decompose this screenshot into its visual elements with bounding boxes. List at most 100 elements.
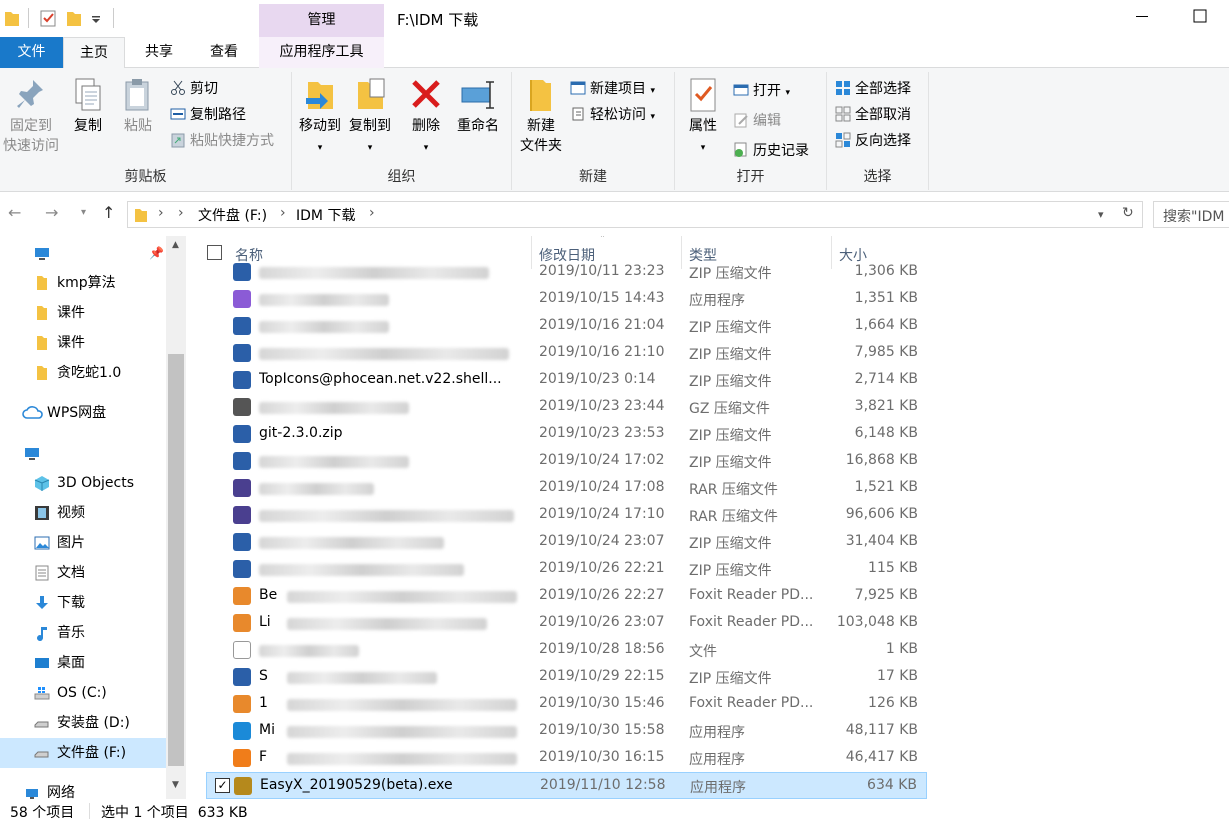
table-row[interactable]: 2019/10/15 14:43 应用程序 1,351 KB [206,286,927,313]
forward-icon[interactable]: → [45,203,58,222]
rename-button[interactable]: 重命名 [452,76,504,136]
picture-icon [34,536,50,550]
nav-item-3d-objects[interactable]: 3D Objects [0,468,166,498]
select-none-button[interactable]: 全部取消 [835,104,911,126]
pdf-icon [233,587,251,605]
folder-icon[interactable] [4,9,20,27]
new-folder-button[interactable]: 新建 文件夹 [516,76,566,156]
table-row[interactable]: 2019/10/24 17:10 RAR 压缩文件 96,606 KB [206,502,927,529]
select-all-checkbox[interactable] [207,245,222,260]
breadcrumb-separator-icon[interactable]: › [280,205,286,221]
breadcrumb-folder[interactable]: IDM 下载 [296,205,355,225]
scroll-down-icon[interactable]: ▼ [172,780,179,790]
file-list: 名称 修改日期 ˄ 类型 大小 2019/10/11 23:23 ZIP 压缩文件… [196,236,931,799]
table-row[interactable]: 2019/10/23 23:44 GZ 压缩文件 3,821 KB [206,394,927,421]
nav-item-courseware-2[interactable]: 课件 [0,328,166,358]
pin-to-quick-access-button[interactable]: 固定到 快速访问 [2,76,60,156]
recent-locations-icon[interactable]: ▾ [81,207,86,218]
delete-button[interactable]: 删除 ▾ [406,76,446,158]
tab-share[interactable]: 共享 [128,37,190,68]
redacted-name [287,699,517,711]
refresh-icon[interactable]: ↻ [1122,205,1134,221]
nav-scrollbar-thumb[interactable] [168,354,184,766]
address-bar[interactable]: › › 文件盘 (F:) › IDM 下载 › ▾ ↻ [127,201,1143,228]
table-row[interactable]: 2019/10/24 17:08 RAR 压缩文件 1,521 KB [206,475,927,502]
tab-application-tools[interactable]: 应用程序工具 [259,37,384,68]
copy-to-button[interactable]: 复制到 ▾ [346,76,394,158]
table-row[interactable]: TopIcons@phocean.net.v22.shell... 2019/10… [206,367,927,394]
table-row[interactable]: Li 2019/10/26 23:07 Foxit Reader PD... 103,… [206,610,927,637]
file-type: RAR 压缩文件 [689,482,778,498]
this-pc-item[interactable] [0,438,166,468]
breadcrumb-separator-icon[interactable]: › [369,205,375,221]
select-all-button[interactable]: 全部选择 [835,78,911,100]
tab-view[interactable]: 查看 [192,37,256,68]
table-row[interactable]: Be 2019/10/26 22:27 Foxit Reader PD... 7,92… [206,583,927,610]
paste-button[interactable]: 粘贴 [116,76,160,136]
file-date: 2019/10/24 23:07 [539,533,665,549]
cut-button[interactable]: 剪切 [170,78,218,100]
nav-item-courseware-1[interactable]: 课件 [0,298,166,328]
table-row[interactable]: 2019/10/11 23:23 ZIP 压缩文件 1,306 KB [206,259,927,286]
nav-item-drive-c[interactable]: OS (C:) [0,678,166,708]
table-row[interactable]: F 2019/10/30 16:15 应用程序 46,417 KB [206,745,927,772]
nav-item-wps[interactable]: WPS网盘 [0,398,166,428]
nav-item-snake[interactable]: 贪吃蛇1.0 [0,358,166,388]
address-dropdown-icon[interactable]: ▾ [1098,208,1104,221]
invert-selection-button[interactable]: 反向选择 [835,130,911,152]
nav-item-music[interactable]: 音乐 [0,618,166,648]
breadcrumb-drive[interactable]: 文件盘 (F:) [198,205,267,225]
properties-button[interactable]: 属性 ▾ [681,76,725,158]
table-row[interactable]: 1 2019/10/30 15:46 Foxit Reader PD... 126 K… [206,691,927,718]
copy-button[interactable]: 复制 [66,76,110,136]
nav-item-documents[interactable]: 文档 [0,558,166,588]
properties-icon[interactable] [40,9,56,27]
nav-item-drive-f[interactable]: 文件盘 (F:) [0,738,166,768]
tab-home[interactable]: 主页 [63,37,125,69]
table-row[interactable]: git-2.3.0.zip 2019/10/23 23:53 ZIP 压缩文件 6,1… [206,421,927,448]
table-row[interactable]: Mi 2019/10/30 15:58 应用程序 48,117 KB [206,718,927,745]
nav-item-desktop[interactable]: 桌面 [0,648,166,678]
table-row[interactable]: 2019/10/16 21:10 ZIP 压缩文件 7,985 KB [206,340,927,367]
copy-path-button[interactable]: 复制路径 [170,104,246,126]
nav-item-kmp[interactable]: kmp算法 [0,268,166,298]
manage-context-tab[interactable]: 管理 [259,4,384,37]
pin-icon[interactable]: 📌 [149,238,164,268]
maximize-icon[interactable] [1190,6,1210,26]
breadcrumb-separator-icon[interactable]: › [178,205,184,221]
paste-shortcut-button[interactable]: 粘贴快捷方式 [170,130,274,152]
table-row[interactable]: 2019/10/28 18:56 文件 1 KB [206,637,927,664]
new-folder-icon[interactable] [66,9,82,27]
search-input[interactable]: 搜索"IDM [1153,201,1229,228]
customize-qat-icon[interactable] [90,9,102,27]
nav-item-downloads[interactable]: 下载 [0,588,166,618]
move-to-button[interactable]: 移动到 ▾ [296,76,344,158]
easy-access-button[interactable]: 轻松访问 ▾ [570,104,655,126]
up-icon[interactable]: ↑ [102,203,115,222]
minimize-icon[interactable] [1132,6,1152,26]
back-icon[interactable]: ← [8,203,21,222]
redacted-name [259,267,489,279]
ribbon-tab-bar: 文件 主页 共享 查看 应用程序工具 [0,37,1229,69]
table-row[interactable]: 2019/10/16 21:04 ZIP 压缩文件 1,664 KB [206,313,927,340]
open-button[interactable]: 打开 ▾ [733,80,790,102]
nav-item-network[interactable]: 网络 [0,778,166,799]
tab-file[interactable]: 文件 [0,37,63,68]
table-row[interactable]: 2019/10/24 17:02 ZIP 压缩文件 16,868 KB [206,448,927,475]
nav-item-drive-d[interactable]: 安装盘 (D:) [0,708,166,738]
history-button[interactable]: 历史记录 [733,140,809,162]
breadcrumb-separator-icon[interactable]: › [158,205,164,221]
file-size: 7,985 KB [854,344,918,360]
rename-label: 重命名 [457,118,499,134]
nav-item-videos[interactable]: 视频 [0,498,166,528]
table-row[interactable]: S 2019/10/29 22:15 ZIP 压缩文件 17 KB [206,664,927,691]
scroll-up-icon[interactable]: ▲ [172,240,179,250]
new-item-button[interactable]: 新建项目 ▾ [570,78,655,100]
quick-access-item[interactable]: 📌 [0,238,166,268]
row-checkbox[interactable]: ✓ [215,778,230,793]
table-row-selected[interactable]: ✓ EasyX_20190529(beta).exe 2019/11/10 12:5… [206,772,927,799]
table-row[interactable]: 2019/10/26 22:21 ZIP 压缩文件 115 KB [206,556,927,583]
table-row[interactable]: 2019/10/24 23:07 ZIP 压缩文件 31,404 KB [206,529,927,556]
nav-item-pictures[interactable]: 图片 [0,528,166,558]
edit-button[interactable]: 编辑 [733,110,781,132]
